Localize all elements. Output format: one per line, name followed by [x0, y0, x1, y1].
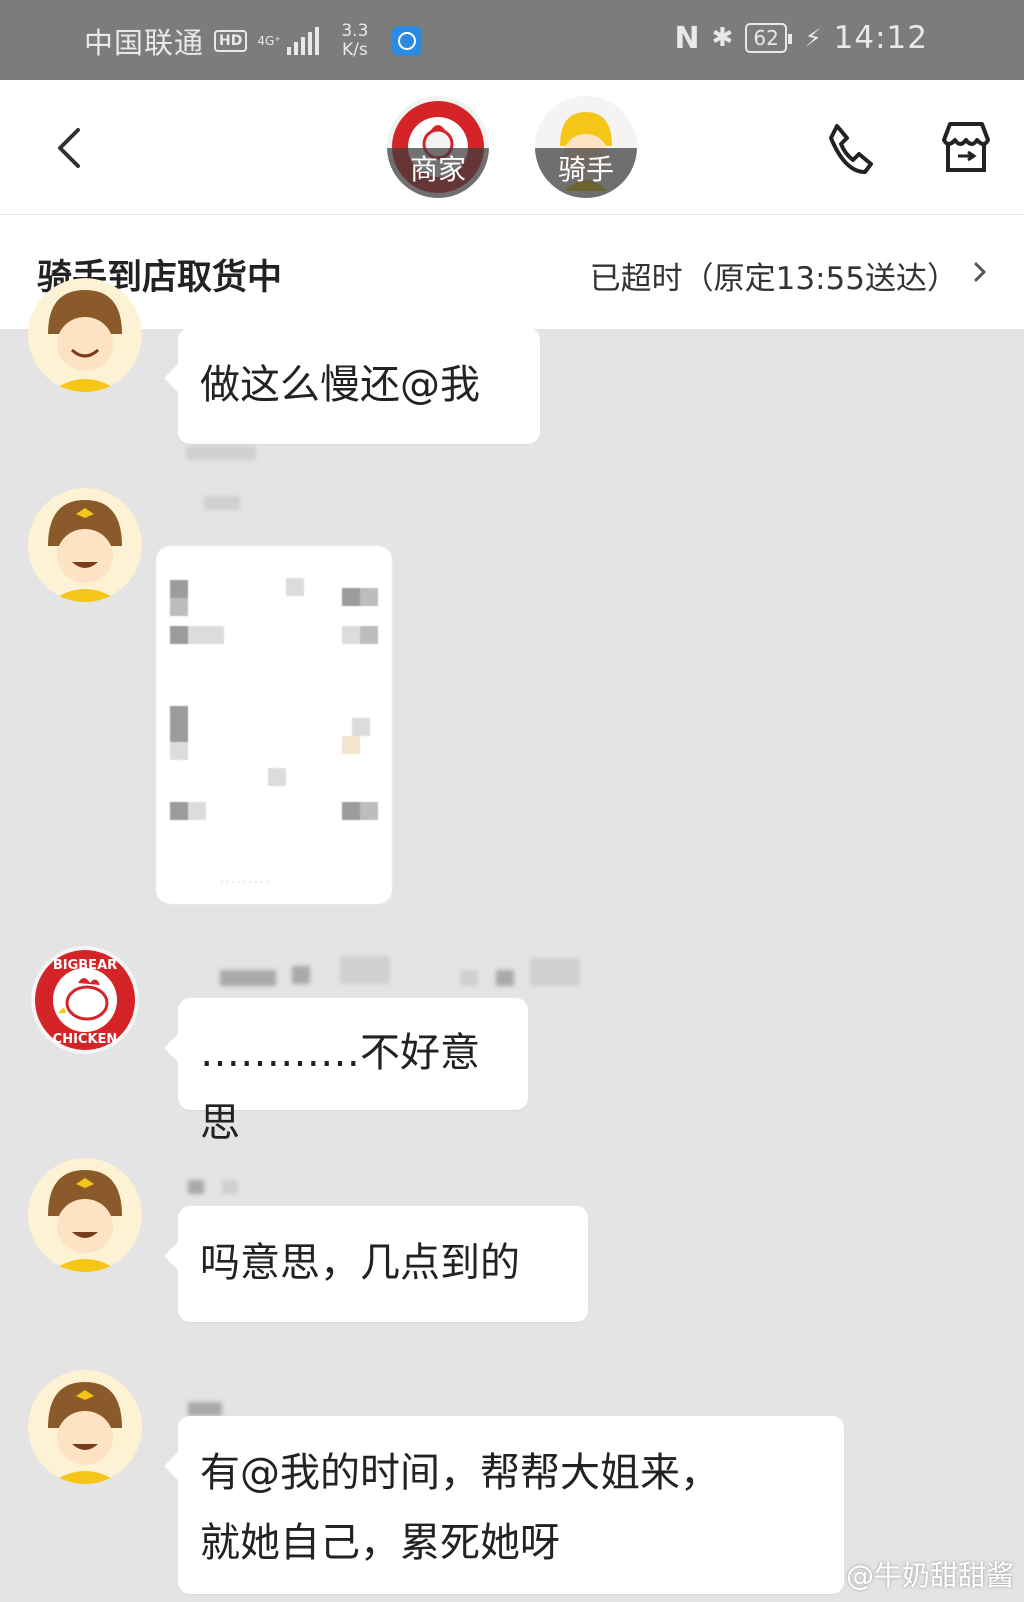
- message-text: 吗意思，几点到的: [200, 1240, 520, 1286]
- merchant-avatar[interactable]: 商家: [387, 96, 489, 198]
- message-text-line: 就她自己，累死她呀: [200, 1520, 560, 1566]
- image-caption-blurred: · · · · · · · · ·: [220, 878, 269, 888]
- redacted-timestamp: [186, 446, 256, 460]
- status-time: 14:12: [833, 20, 928, 56]
- status-bar-left: 中国联通 HD 4G⁺ 3.3 K/s: [84, 20, 423, 62]
- rider-avatar[interactable]: 骑手: [535, 96, 637, 198]
- message-bubble[interactable]: …………不好意思: [164, 998, 528, 1146]
- network-type: 4G⁺: [257, 34, 281, 48]
- rider-avatar[interactable]: [28, 488, 142, 602]
- network-speed-value: 3.3: [341, 21, 369, 41]
- carrier-name: 中国联通: [84, 26, 205, 60]
- message-bubble[interactable]: 做这么慢还@我: [164, 328, 540, 444]
- redacted-sender-name: [188, 1180, 204, 1194]
- nfc-icon: N: [674, 20, 700, 56]
- network-speed: 3.3 K/s: [341, 22, 368, 60]
- order-status-bar[interactable]: 骑手到店取货中 已超时（原定13:55送达）: [0, 215, 1024, 329]
- weibo-logo-icon: [806, 1562, 841, 1588]
- battery-icon: 62: [745, 23, 793, 53]
- merchant-label: 商家: [387, 148, 489, 198]
- svg-text:CHICKEN: CHICKEN: [53, 1032, 118, 1047]
- rider-face-icon: [28, 278, 142, 392]
- message-text: …………不好意思: [200, 1030, 480, 1146]
- network-speed-unit: K/s: [342, 40, 368, 60]
- merchant-avatar[interactable]: BIGBEAR CHICKEN: [30, 945, 140, 1055]
- redacted-sender-name: [496, 970, 514, 986]
- chevron-right-icon: [974, 262, 986, 282]
- browser-app-icon: [392, 26, 423, 56]
- message-text-line: 有@我的时间，帮帮大姐来，: [200, 1450, 720, 1496]
- rider-label: 骑手: [535, 148, 637, 198]
- redacted-sender-name: [222, 1180, 238, 1194]
- hd-badge: HD: [214, 30, 248, 52]
- order-time-note: 已超时（原定13:55送达）: [589, 261, 958, 297]
- signal-icon: [287, 27, 320, 55]
- chat-header: 商家 骑手: [0, 80, 1024, 215]
- redacted-sender-name: [340, 956, 390, 984]
- redacted-sender-name: [292, 966, 310, 984]
- shop-icon[interactable]: [938, 118, 994, 176]
- charging-icon: ⚡: [804, 24, 822, 52]
- redacted-sender-name: [188, 1402, 222, 1416]
- redacted-sender-name: [530, 958, 580, 986]
- message-text: 做这么慢还@我: [200, 362, 480, 408]
- message-bubble[interactable]: 有@我的时间，帮帮大姐来， 就她自己，累死她呀: [164, 1416, 844, 1594]
- rider-face-icon: [28, 1370, 142, 1484]
- redacted-sender-name: [460, 970, 478, 986]
- rider-avatar[interactable]: [28, 1158, 142, 1272]
- bigbear-logo-icon: BIGBEAR CHICKEN: [31, 946, 139, 1054]
- status-bar-right: N ✱ 62 ⚡ 14:12: [674, 20, 928, 56]
- status-bar: 中国联通 HD 4G⁺ 3.3 K/s N ✱ 62 ⚡ 14:12: [0, 0, 1024, 80]
- redacted-sender-name: [220, 970, 276, 986]
- weibo-watermark: @牛奶甜甜酱: [806, 1554, 1014, 1594]
- rider-face-icon: [28, 1158, 142, 1272]
- bluetooth-icon: ✱: [711, 23, 734, 53]
- watermark-text: @牛奶甜甜酱: [845, 1559, 1014, 1592]
- redacted-sender-name: [204, 496, 240, 510]
- svg-text:BIGBEAR: BIGBEAR: [53, 958, 117, 973]
- message-bubble[interactable]: 吗意思，几点到的: [164, 1206, 588, 1322]
- image-message[interactable]: · · · · · · · · ·: [156, 546, 392, 904]
- rider-face-icon: [28, 488, 142, 602]
- phone-icon[interactable]: [823, 118, 875, 178]
- rider-avatar[interactable]: [28, 278, 142, 392]
- back-arrow-icon[interactable]: [50, 124, 90, 172]
- rider-avatar[interactable]: [28, 1370, 142, 1484]
